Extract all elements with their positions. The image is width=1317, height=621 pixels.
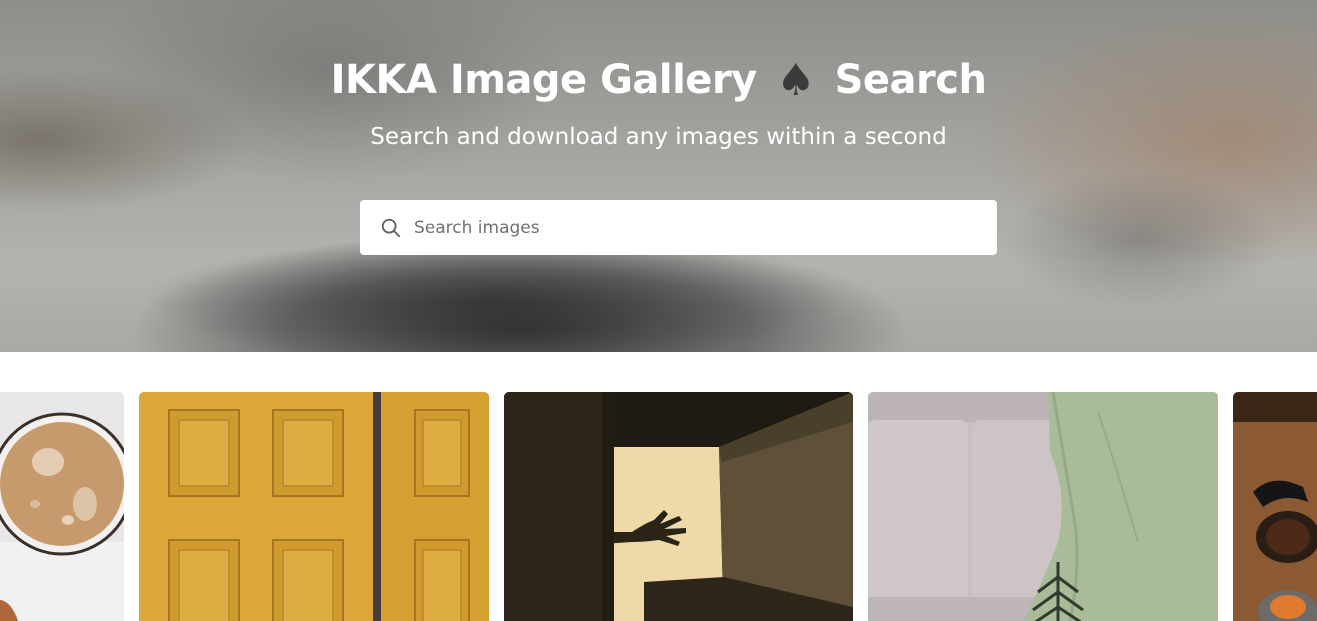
image-gallery: [0, 392, 1317, 621]
search-icon: [381, 218, 401, 238]
kitchen-pans-image: [1233, 392, 1317, 621]
search-bar[interactable]: [360, 200, 997, 255]
title-text-search: Search: [834, 57, 987, 103]
gallery-image-sofa-blanket[interactable]: [868, 392, 1218, 621]
hero-background-shape: [1000, 170, 1280, 310]
sofa-blanket-image: [868, 392, 1218, 621]
coffee-cup-image: [0, 392, 124, 621]
hero-banner: IKKA Image Gallery ♠ Search Search and d…: [0, 0, 1317, 352]
gallery-image-hand-shadow[interactable]: [504, 392, 853, 621]
title-text: IKKA Image Gallery: [330, 57, 758, 103]
search-input[interactable]: [414, 200, 974, 255]
gallery-image-coffee-cup[interactable]: [0, 392, 124, 621]
page-title: IKKA Image Gallery ♠ Search: [0, 52, 1317, 109]
gallery-image-yellow-door[interactable]: [139, 392, 489, 621]
page-subtitle: Search and download any images within a …: [370, 124, 947, 150]
spade-icon: ♠: [776, 55, 816, 106]
gallery-image-kitchen-pans[interactable]: [1233, 392, 1317, 621]
hand-shadow-image: [504, 392, 853, 621]
yellow-door-image: [139, 392, 489, 621]
